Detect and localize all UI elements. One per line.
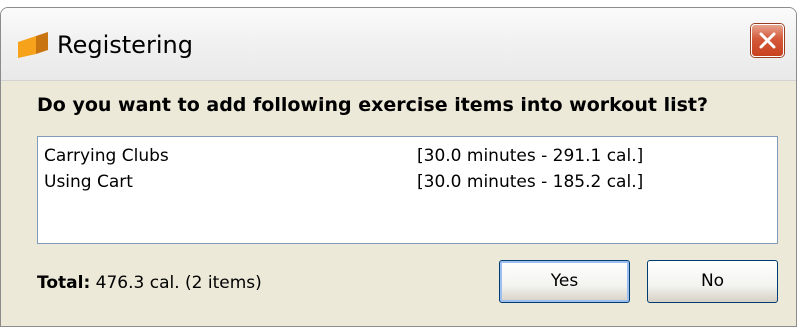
dialog-title: Registering bbox=[57, 31, 193, 59]
total-summary: Total: 476.3 cal. (2 items) bbox=[37, 273, 262, 293]
item-detail: [30.0 minutes - 291.1 cal.] bbox=[417, 146, 644, 166]
item-name: Carrying Clubs bbox=[44, 146, 169, 166]
exercise-items-list[interactable]: Carrying Clubs [30.0 minutes - 291.1 cal… bbox=[37, 136, 778, 244]
item-name: Using Cart bbox=[44, 172, 133, 192]
yes-button[interactable]: Yes bbox=[499, 260, 630, 303]
total-value: 476.3 cal. (2 items) bbox=[95, 273, 262, 293]
total-label: Total: bbox=[37, 273, 91, 293]
no-button[interactable]: No bbox=[647, 260, 778, 303]
question-text: Do you want to add following exercise it… bbox=[37, 94, 709, 116]
close-button[interactable] bbox=[751, 24, 784, 57]
item-detail: [30.0 minutes - 185.2 cal.] bbox=[417, 172, 644, 192]
list-item[interactable]: Carrying Clubs [30.0 minutes - 291.1 cal… bbox=[44, 146, 744, 168]
title-bar[interactable]: Registering bbox=[1, 8, 796, 81]
registering-dialog: Registering Do you want to add following… bbox=[0, 7, 797, 327]
list-item[interactable]: Using Cart [30.0 minutes - 185.2 cal.] bbox=[44, 172, 744, 194]
app-icon bbox=[16, 30, 50, 60]
